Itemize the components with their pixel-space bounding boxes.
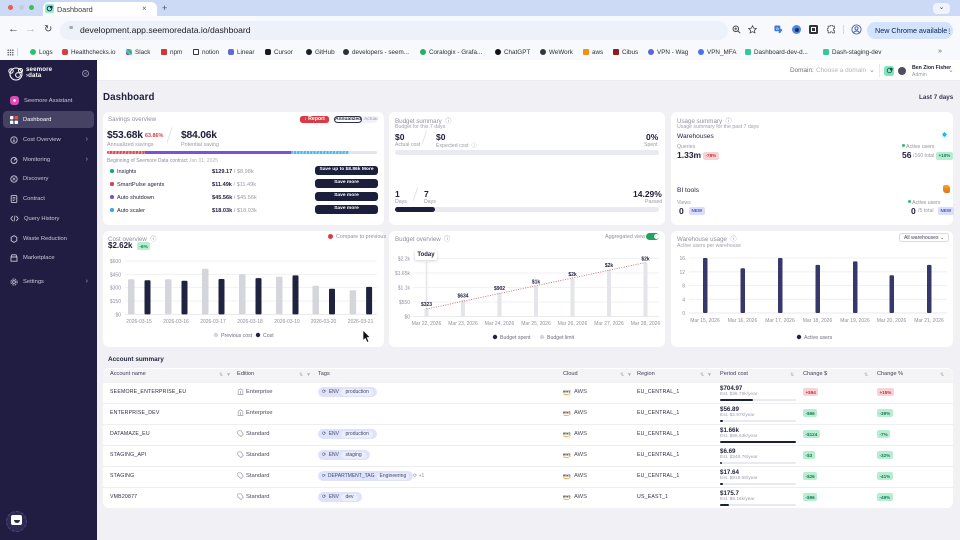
svg-text:8: 8 xyxy=(682,284,685,290)
svg-text:aws: aws xyxy=(563,410,571,415)
svg-text:aws: aws xyxy=(563,473,571,478)
svg-text:Mar 27, 2026: Mar 27, 2026 xyxy=(594,321,624,327)
svg-text:16: 16 xyxy=(679,256,685,262)
svg-text:Budget spent: Budget spent xyxy=(500,335,531,341)
svg-text:12: 12 xyxy=(679,270,685,276)
svg-text:$2k: $2k xyxy=(641,257,650,263)
svg-text:$450: $450 xyxy=(110,272,121,278)
svg-text:$323: $323 xyxy=(421,302,432,308)
svg-text:Mar 23, 2026: Mar 23, 2026 xyxy=(448,321,478,327)
svg-text:Mar 24, 2026: Mar 24, 2026 xyxy=(485,321,515,327)
svg-text:aws: aws xyxy=(563,452,571,457)
svg-text:a: a xyxy=(776,27,779,32)
svg-text:Previous cost: Previous cost xyxy=(221,333,253,339)
svg-text:$2k: $2k xyxy=(605,263,614,269)
svg-text:Mar 22, 2026: Mar 22, 2026 xyxy=(412,321,442,327)
svg-text:2026-03-19: 2026-03-19 xyxy=(274,319,300,325)
svg-text:$902: $902 xyxy=(494,286,505,292)
svg-text:2026-03-18: 2026-03-18 xyxy=(237,319,263,325)
svg-text:$634: $634 xyxy=(457,293,468,299)
svg-text:$1k: $1k xyxy=(532,279,541,285)
svg-text:Mar 28, 2026: Mar 28, 2026 xyxy=(631,321,661,327)
svg-text:$0: $0 xyxy=(404,315,410,321)
svg-text:$2.2k: $2.2k xyxy=(398,256,411,262)
svg-text:4: 4 xyxy=(682,297,685,303)
svg-text:Mar 18, 2026: Mar 18, 2026 xyxy=(803,318,833,324)
svg-text:2026-03-16: 2026-03-16 xyxy=(163,319,189,325)
svg-text:aws: aws xyxy=(563,431,571,436)
svg-text:Mar 21, 2026: Mar 21, 2026 xyxy=(914,318,944,324)
svg-text:Mar 25, 2026: Mar 25, 2026 xyxy=(521,321,551,327)
svg-text:2026-03-20: 2026-03-20 xyxy=(311,319,337,325)
svg-text:Active users: Active users xyxy=(804,335,833,341)
svg-text:2026-03-15: 2026-03-15 xyxy=(126,319,152,325)
svg-text:2026-03-17: 2026-03-17 xyxy=(200,319,226,325)
svg-text:$150: $150 xyxy=(110,299,121,305)
svg-text:Cost: Cost xyxy=(263,333,274,339)
svg-text:Mar 20, 2026: Mar 20, 2026 xyxy=(877,318,907,324)
svg-text:2026-03-21: 2026-03-21 xyxy=(348,319,374,325)
svg-text:$300: $300 xyxy=(110,286,121,292)
svg-text:aws: aws xyxy=(563,494,571,499)
svg-text:0: 0 xyxy=(682,311,685,317)
svg-text:$550: $550 xyxy=(399,300,410,306)
svg-text:Mar 19, 2026: Mar 19, 2026 xyxy=(840,318,870,324)
svg-text:Mar 17, 2026: Mar 17, 2026 xyxy=(765,318,795,324)
svg-text:$1.1k: $1.1k xyxy=(398,286,411,292)
svg-text:Budget limit: Budget limit xyxy=(547,335,575,341)
svg-text:$0: $0 xyxy=(115,312,121,318)
svg-text:$600: $600 xyxy=(110,259,121,265)
svg-text:$1.65k: $1.65k xyxy=(395,271,411,277)
svg-text:$2k: $2k xyxy=(568,272,577,278)
svg-text:aws: aws xyxy=(563,389,571,394)
svg-text:Mar 26, 2026: Mar 26, 2026 xyxy=(558,321,588,327)
svg-text:Mar 16, 2026: Mar 16, 2026 xyxy=(728,318,758,324)
svg-text:Mar 15, 2026: Mar 15, 2026 xyxy=(690,318,720,324)
